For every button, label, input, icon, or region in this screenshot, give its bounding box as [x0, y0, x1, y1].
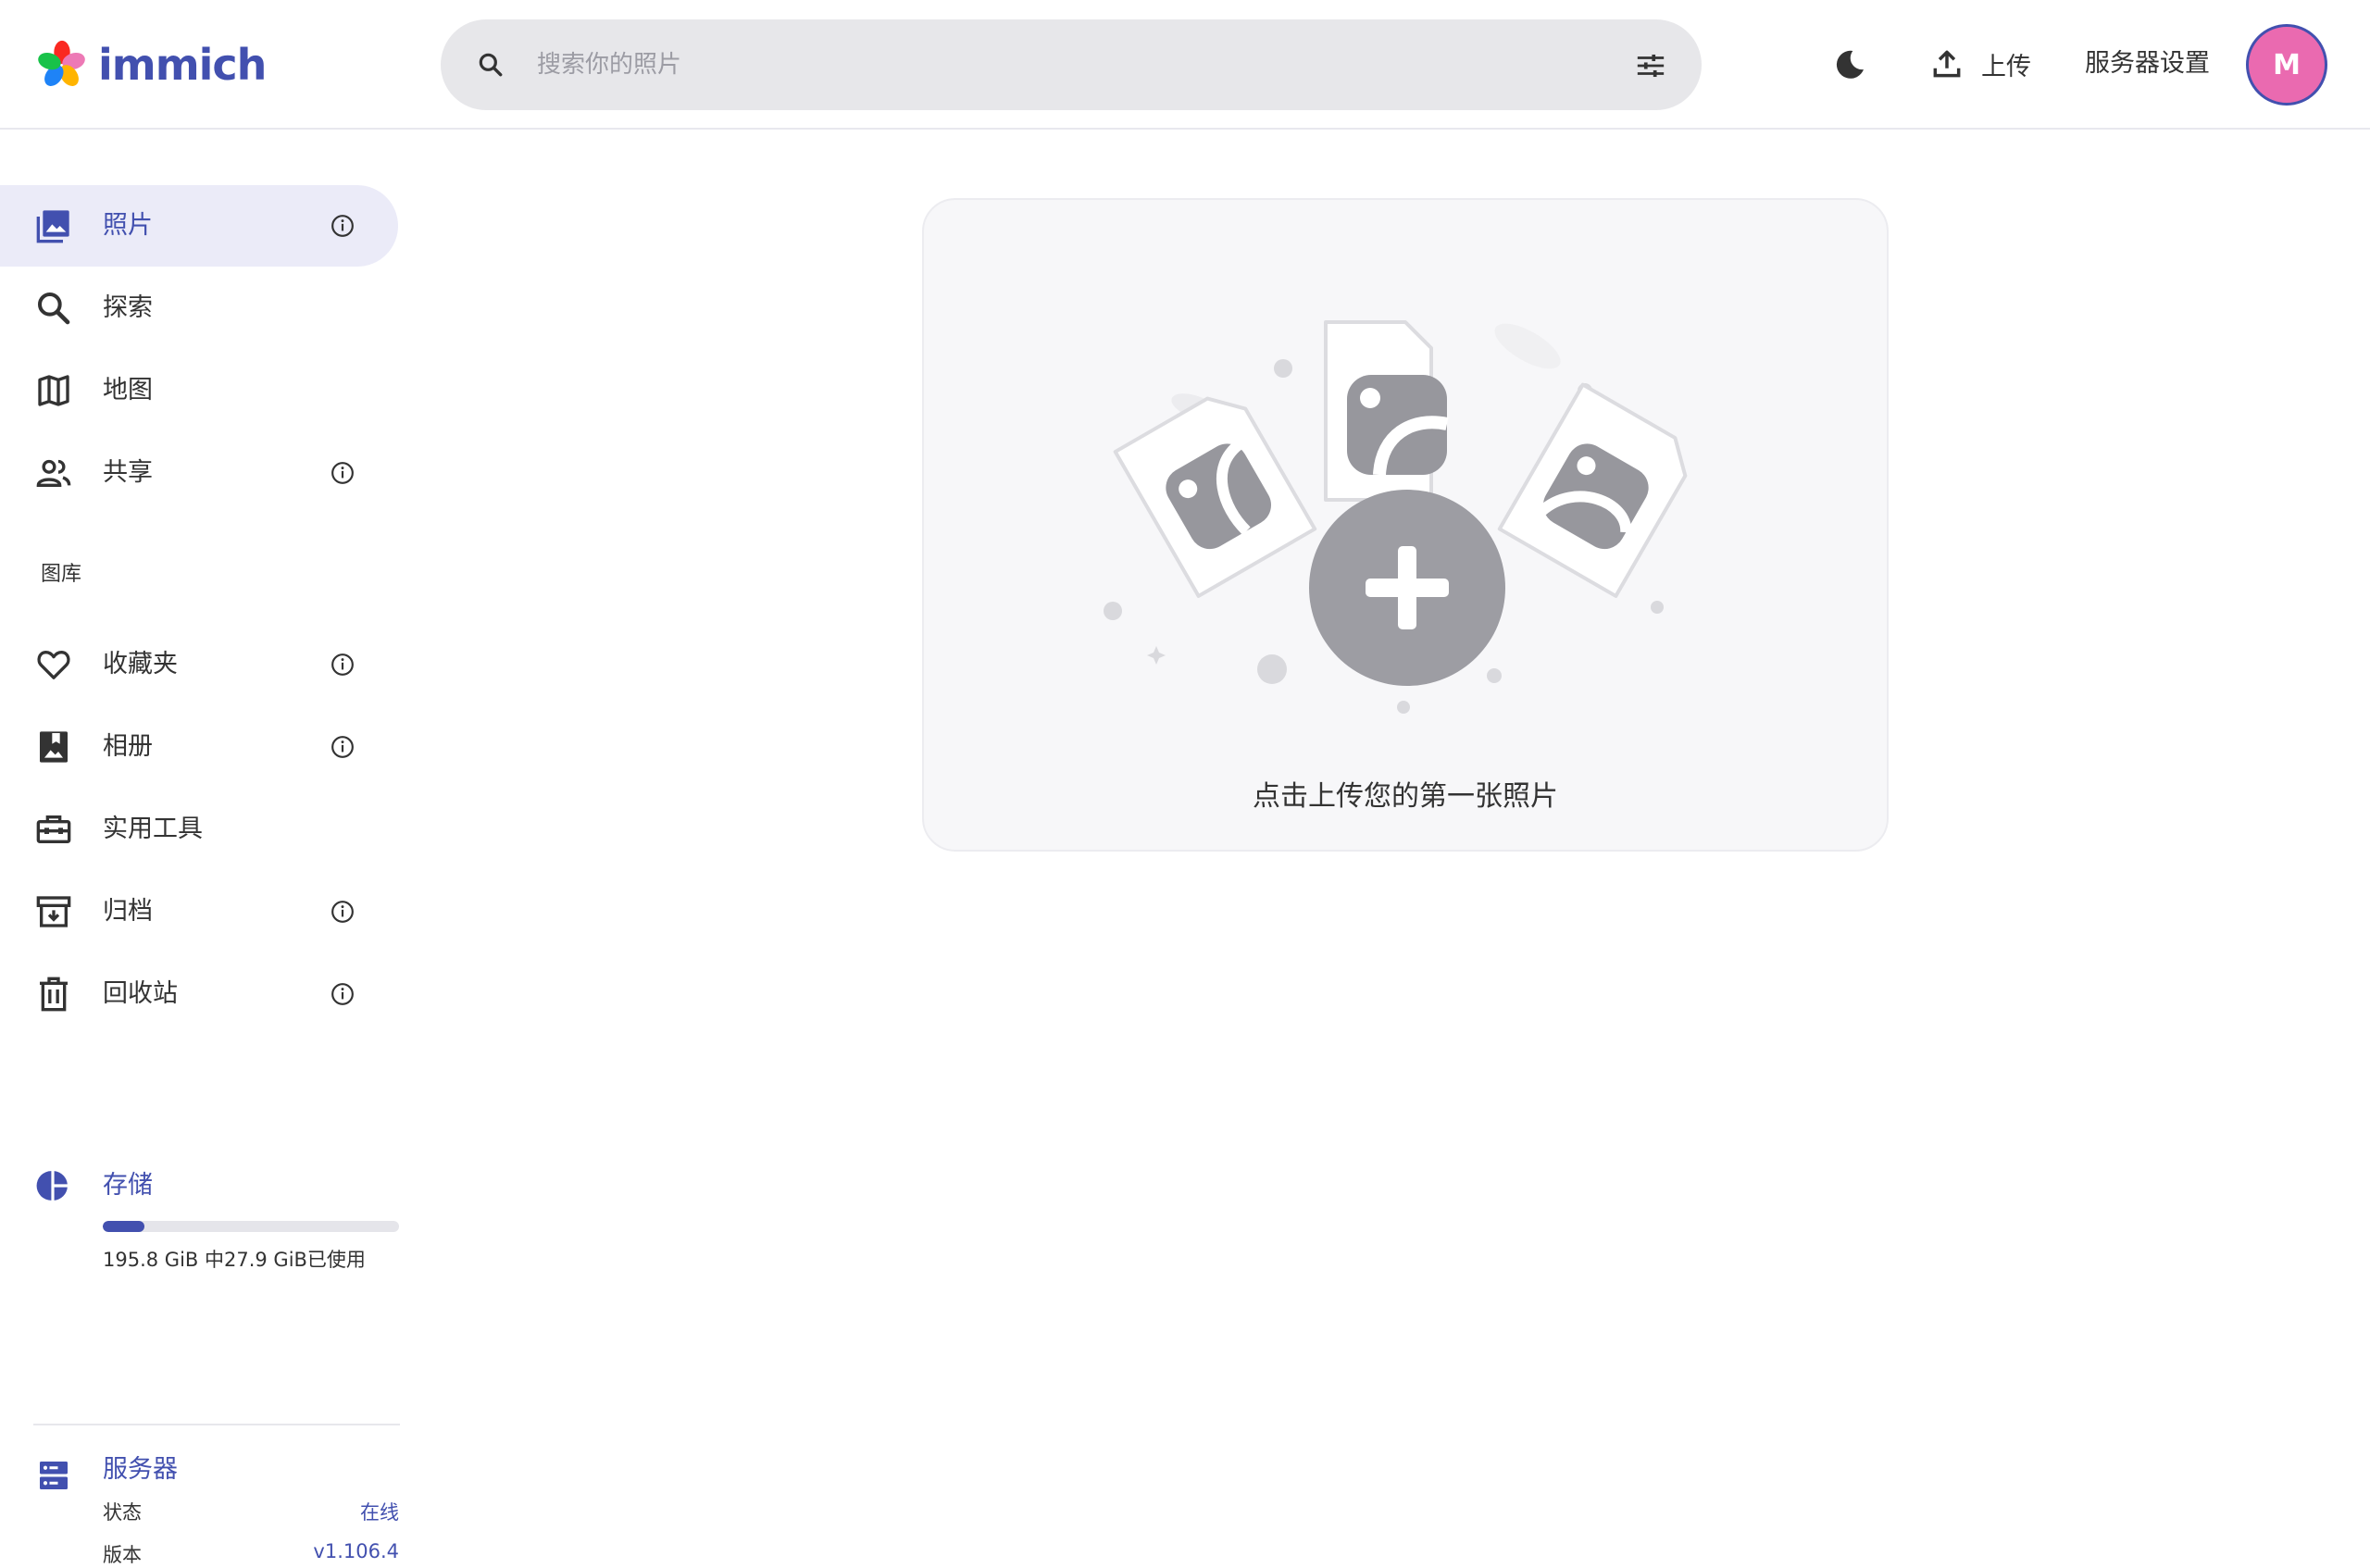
storage-title: 存储	[103, 1171, 153, 1200]
storage-progress-bar	[103, 1221, 399, 1232]
immich-logo[interactable]: immich	[35, 37, 267, 93]
album-icon	[40, 731, 68, 763]
immich-logo-icon	[38, 40, 85, 86]
app-name: immich	[98, 40, 267, 90]
sidebar-item-label: 实用工具	[103, 815, 203, 843]
server-status-label: 状态	[103, 1501, 142, 1524]
sidebar-item-label: 照片	[103, 211, 153, 240]
info-icon[interactable]	[331, 900, 355, 924]
sidebar-item-label: 归档	[103, 897, 153, 926]
sidebar-item-label: 探索	[103, 293, 153, 322]
sidebar-item-label: 共享	[103, 458, 153, 487]
map-icon	[38, 375, 69, 406]
sidebar-item-albums[interactable]: 相册	[0, 706, 398, 788]
sharing-icon	[36, 459, 71, 487]
server-version-value[interactable]: v1.106.4	[313, 1540, 399, 1562]
trash-icon	[40, 977, 68, 1012]
info-icon[interactable]	[331, 982, 355, 1006]
storage-progress-fill	[103, 1221, 144, 1232]
server-icon	[40, 1462, 68, 1489]
upload-icon	[1933, 50, 1961, 78]
photos-icon	[36, 210, 69, 243]
sidebar-item-label: 相册	[103, 732, 153, 761]
sidebar-item-archive[interactable]: 归档	[0, 871, 398, 952]
heart-icon	[37, 651, 70, 679]
info-icon[interactable]	[331, 461, 355, 485]
info-icon[interactable]	[331, 735, 355, 759]
sidebar-item-trash[interactable]: 回收站	[0, 953, 398, 1035]
search-input[interactable]: 搜索你的照片	[537, 19, 681, 110]
toolbox-icon	[36, 815, 71, 843]
server-status-value: 在线	[360, 1501, 399, 1524]
top-bar: immich 搜索你的照片 上传 服务器设置 M	[0, 0, 2370, 130]
empty-state-message: 点击上传您的第一张照片	[1253, 780, 1558, 813]
sidebar-item-favorites[interactable]: 收藏夹	[0, 624, 398, 705]
sidebar-item-map[interactable]: 地图	[0, 350, 398, 431]
search-icon	[38, 292, 70, 325]
archive-icon	[36, 896, 71, 927]
server-status-row: 状态 在线	[103, 1498, 399, 1525]
sidebar-item-photos[interactable]: 照片	[0, 185, 398, 267]
upload-button[interactable]: 上传	[1929, 41, 2031, 87]
search-icon[interactable]	[476, 50, 505, 80]
sidebar-item-sharing[interactable]: 共享	[0, 432, 398, 514]
storage-usage-text: 195.8 GiB 中27.9 GiB已使用	[103, 1249, 366, 1271]
user-avatar[interactable]: M	[2246, 24, 2327, 106]
sidebar-item-utilities[interactable]: 实用工具	[0, 789, 398, 870]
info-icon[interactable]	[331, 653, 355, 677]
search-options-icon[interactable]	[1635, 50, 1666, 81]
sidebar-divider	[33, 1424, 400, 1425]
upload-photos-illustration[interactable]	[1092, 305, 1722, 731]
server-settings-link[interactable]: 服务器设置	[2085, 41, 2210, 87]
info-icon[interactable]	[331, 214, 355, 238]
server-version-row: 版本 v1.106.4	[103, 1540, 399, 1568]
server-version-label: 版本	[103, 1544, 142, 1566]
search-bar[interactable]: 搜索你的照片	[441, 19, 1702, 110]
library-section-label: 图库	[41, 563, 82, 586]
sidebar-item-label: 收藏夹	[103, 650, 178, 678]
upload-label: 上传	[1981, 52, 2031, 81]
server-title: 服务器	[103, 1455, 178, 1484]
sidebar-item-label: 地图	[103, 376, 153, 404]
sidebar-item-label: 回收站	[103, 979, 178, 1008]
pie-chart-icon	[36, 1171, 68, 1201]
moon-icon[interactable]	[1831, 46, 1868, 83]
sidebar: 照片 探索 地图 共享 图库 收藏夹 相册 实用工具 归档 回收站 存储 195…	[0, 130, 407, 1566]
sidebar-item-explore[interactable]: 探索	[0, 268, 398, 349]
